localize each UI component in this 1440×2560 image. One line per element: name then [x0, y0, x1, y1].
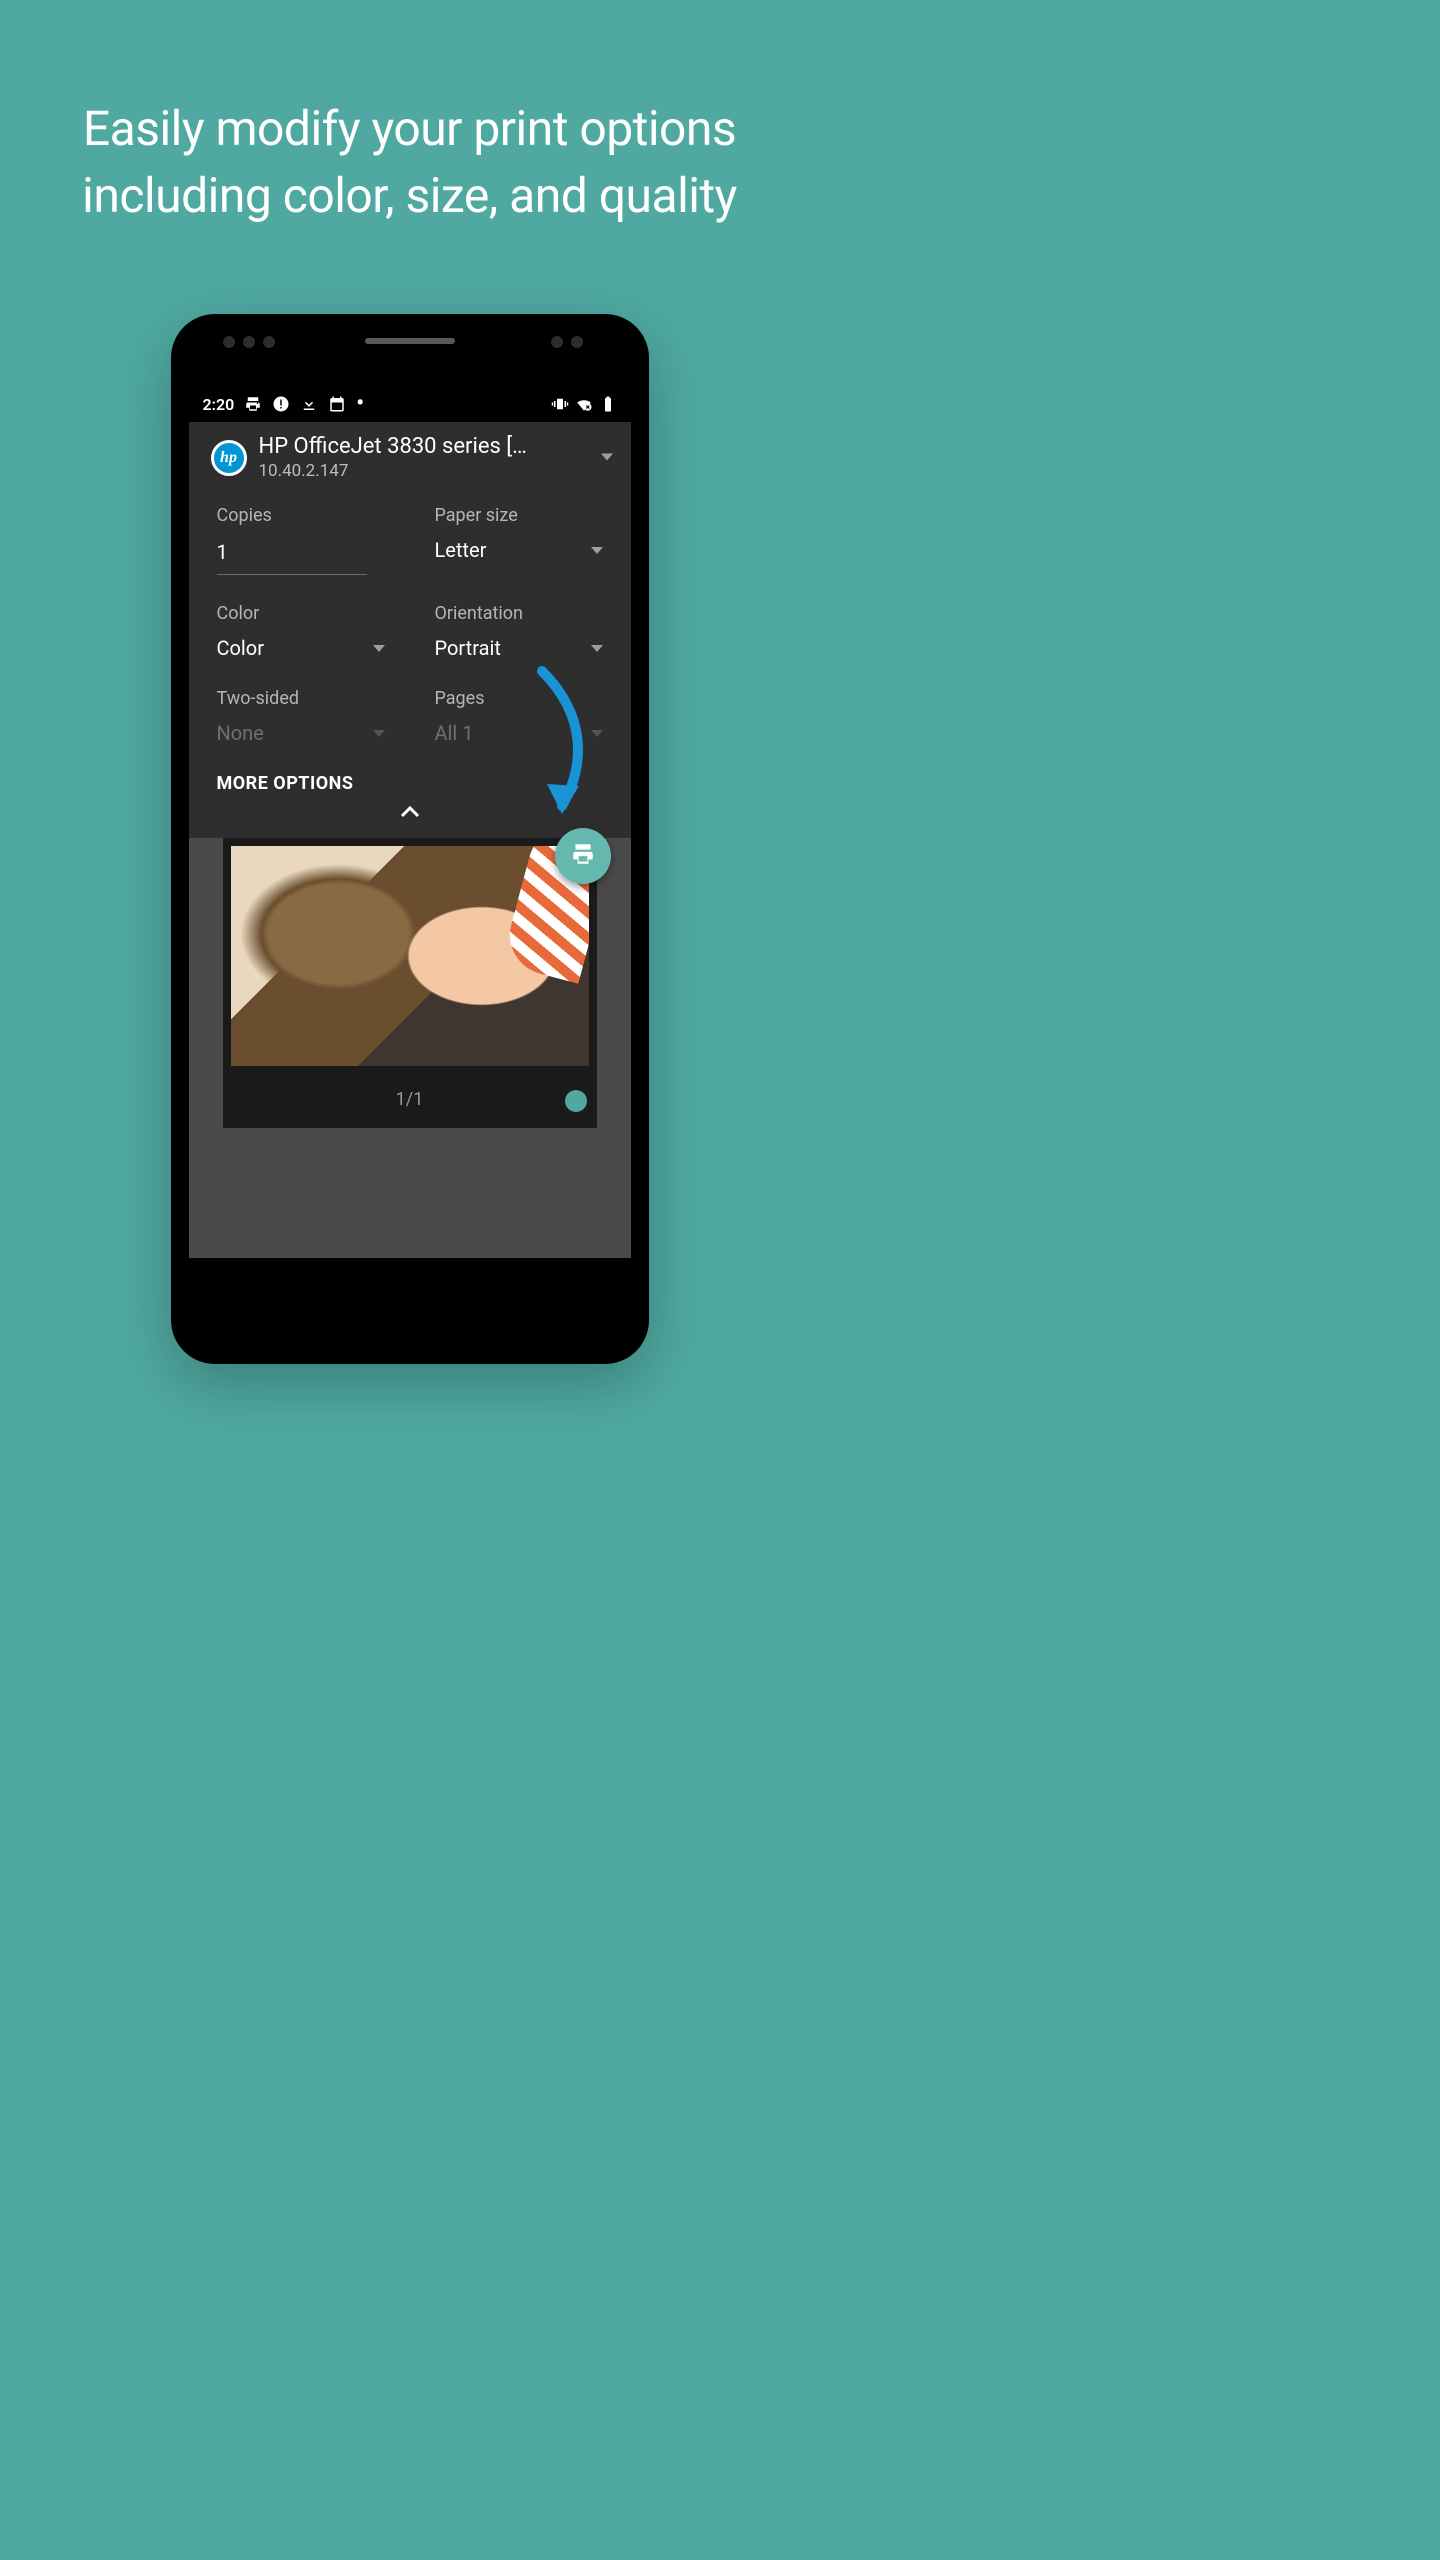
color-value: Color	[217, 636, 264, 660]
print-dialog-panel: hp HP OfficeJet 3830 series [6B… 10.40.2…	[189, 422, 631, 838]
copies-input[interactable]: 1	[217, 538, 367, 575]
calendar-icon	[328, 395, 346, 413]
print-icon	[244, 395, 262, 413]
status-bar: 2:20 •	[189, 386, 631, 422]
printer-name: HP OfficeJet 3830 series [6B…	[259, 434, 539, 459]
collapse-chevron[interactable]	[189, 804, 631, 828]
paper-size-label: Paper size	[435, 505, 603, 526]
more-options-button[interactable]: MORE OPTIONS	[189, 751, 631, 804]
camera-dots-right	[551, 336, 583, 348]
paper-size-select[interactable]: Letter	[435, 538, 603, 562]
two-sided-value: None	[217, 721, 264, 745]
print-fab-button[interactable]	[555, 828, 611, 884]
printer-selector[interactable]: hp HP OfficeJet 3830 series [6B… 10.40.2…	[189, 422, 631, 491]
page-counter: 1/1	[223, 1089, 597, 1110]
paper-size-value: Letter	[435, 538, 487, 562]
print-preview[interactable]: 1/1	[189, 838, 631, 1258]
alert-icon	[272, 395, 290, 413]
hp-logo-icon: hp	[211, 440, 247, 476]
page-selected-check-icon	[565, 1090, 587, 1112]
pages-label: Pages	[435, 688, 603, 709]
battery-icon	[599, 395, 617, 413]
chevron-down-icon	[591, 645, 603, 652]
camera-dots-left	[223, 336, 275, 348]
preview-photo	[231, 846, 589, 1066]
pages-select[interactable]: All 1	[435, 721, 603, 745]
download-icon	[300, 395, 318, 413]
color-label: Color	[217, 603, 385, 624]
copies-label: Copies	[217, 505, 385, 526]
vibrate-icon	[551, 395, 569, 413]
status-time: 2:20	[203, 395, 235, 414]
phone-screen: 2:20 •	[189, 386, 631, 1316]
chevron-down-icon	[373, 645, 385, 652]
chevron-down-icon	[591, 547, 603, 554]
chevron-down-icon	[601, 453, 613, 460]
color-select[interactable]: Color	[217, 636, 385, 660]
wifi-icon	[575, 395, 593, 413]
phone-frame: 2:20 •	[171, 314, 649, 1364]
two-sided-select[interactable]: None	[217, 721, 385, 745]
promo-headline: Easily modify your print options includi…	[60, 95, 760, 229]
orientation-value: Portrait	[435, 636, 501, 660]
two-sided-label: Two-sided	[217, 688, 385, 709]
chevron-down-icon	[373, 730, 385, 737]
chevron-down-icon	[591, 730, 603, 737]
printer-address: 10.40.2.147	[259, 461, 539, 481]
preview-page: 1/1	[223, 838, 597, 1128]
print-icon	[570, 841, 596, 871]
pages-value: All 1	[435, 721, 474, 745]
orientation-select[interactable]: Portrait	[435, 636, 603, 660]
orientation-label: Orientation	[435, 603, 603, 624]
